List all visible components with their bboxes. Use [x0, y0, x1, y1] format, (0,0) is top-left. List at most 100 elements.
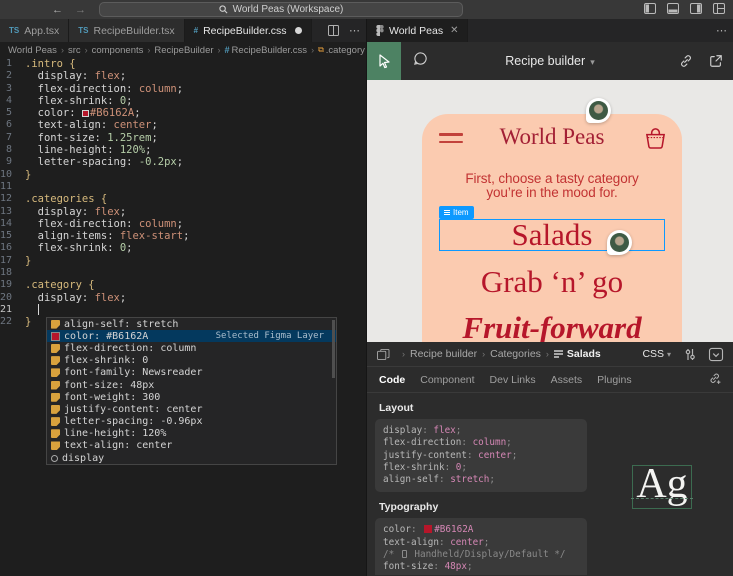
open-external-icon[interactable]: [709, 54, 723, 68]
comment-pin-avatar[interactable]: [607, 230, 632, 255]
search-icon: [219, 5, 228, 14]
inspect-tab-assets[interactable]: Assets: [551, 374, 583, 386]
tab-world-peas[interactable]: World Peas ✕: [367, 19, 468, 42]
autocomplete-item[interactable]: justify-content: center: [47, 403, 336, 415]
line-number: 10: [0, 169, 25, 181]
code-line[interactable]: 9 letter-spacing: -0.2px;: [0, 156, 366, 168]
autocomplete-item[interactable]: color: #B6162ASelected Figma Layer: [47, 330, 336, 342]
back-button[interactable]: ←: [52, 4, 63, 16]
select-tool-button[interactable]: [367, 42, 401, 80]
code-line[interactable]: 21: [0, 304, 366, 316]
right-editor-more-icon[interactable]: ⋯: [716, 24, 727, 37]
snippet-icon: [51, 441, 60, 450]
autocomplete-item[interactable]: letter-spacing: -0.96px: [47, 416, 336, 428]
category-fruit-forward[interactable]: Fruit-forward: [422, 310, 682, 342]
code-line[interactable]: 16 flex-shrink: 0;: [0, 242, 366, 254]
autocomplete-item[interactable]: font-size: 48px: [47, 379, 336, 391]
autocomplete-label: justify-content: center: [64, 404, 202, 415]
code-line[interactable]: 14 flex-direction: column;: [0, 218, 366, 230]
code-text: flex-shrink: 0;: [25, 95, 133, 107]
code-line[interactable]: 13 display: flex;: [0, 206, 366, 218]
code-line[interactable]: 6 text-align: center;: [0, 119, 366, 131]
copy-link-icon[interactable]: [679, 54, 693, 68]
code-line[interactable]: 20 display: flex;: [0, 292, 366, 304]
split-editor-icon[interactable]: [328, 25, 339, 36]
text-layer-icon: [554, 350, 563, 358]
inspect-content: Layoutdisplay: flex;flex-direction: colu…: [367, 393, 733, 575]
autocomplete-item[interactable]: font-family: Newsreader: [47, 367, 336, 379]
code-line[interactable]: 17}: [0, 255, 366, 267]
code-line[interactable]: 2 display: flex;: [0, 70, 366, 82]
breadcrumb-salads[interactable]: Salads: [567, 348, 601, 360]
code-line[interactable]: 10}: [0, 169, 366, 181]
mobile-frame[interactable]: World Peas First, choose a tasty categor…: [422, 114, 682, 342]
autocomplete-item[interactable]: flex-shrink: 0: [47, 355, 336, 367]
command-center-search[interactable]: World Peas (Workspace): [99, 2, 463, 17]
line-number: 15: [0, 230, 25, 242]
workspace-title: World Peas (Workspace): [233, 4, 344, 15]
filter-settings-icon[interactable]: [684, 348, 696, 361]
autocomplete-item[interactable]: font-weight: 300: [47, 391, 336, 403]
code-line[interactable]: 18: [0, 267, 366, 279]
toggle-panel-icon[interactable]: [667, 3, 679, 14]
breadcrumb-item[interactable]: RecipeBuilder: [154, 45, 213, 56]
code-editor[interactable]: 1.intro {2 display: flex;3 flex-directio…: [0, 58, 366, 576]
editor-actions-more-icon[interactable]: ⋯: [349, 24, 360, 37]
code-line[interactable]: 11: [0, 181, 366, 193]
code-text: .categories {: [25, 193, 107, 205]
inspect-tab-dev-links[interactable]: Dev Links: [490, 374, 536, 386]
code-line[interactable]: 4 flex-shrink: 0;: [0, 95, 366, 107]
customize-layout-icon[interactable]: [713, 3, 725, 14]
code-line[interactable]: 5 color: #B6162A;: [0, 107, 366, 119]
code-text: display: flex;: [25, 206, 126, 218]
add-dev-link-icon[interactable]: [708, 372, 721, 387]
color-swatch: [82, 110, 89, 117]
close-tab-icon[interactable]: ✕: [450, 25, 458, 36]
autocomplete-item[interactable]: align-self: stretch: [47, 318, 336, 330]
css-code-block[interactable]: display: flex;flex-direction: column;jus…: [375, 419, 587, 492]
frames-icon[interactable]: [377, 349, 390, 360]
autocomplete-scrollbar[interactable]: [332, 320, 335, 378]
autocomplete-item[interactable]: line-height: 120%: [47, 428, 336, 440]
inspect-tab-plugins[interactable]: Plugins: [597, 374, 631, 386]
intro-text: First, choose a tasty category you’re in…: [422, 172, 682, 200]
comment-tool-button[interactable]: [413, 51, 428, 71]
code-line[interactable]: 3 flex-direction: column;: [0, 83, 366, 95]
toggle-sidebar-icon[interactable]: [644, 3, 656, 14]
code-line[interactable]: 15 align-items: flex-start;: [0, 230, 366, 242]
inspect-tab-code[interactable]: Code: [379, 374, 405, 386]
category-salads[interactable]: Salads: [422, 217, 682, 253]
code-line[interactable]: 12.categories {: [0, 193, 366, 205]
autocomplete-item[interactable]: text-align: center: [47, 440, 336, 452]
typescript-file-icon: TS: [9, 26, 19, 35]
toggle-secondary-sidebar-icon[interactable]: [690, 3, 702, 14]
inspect-mode-icon[interactable]: [709, 348, 723, 361]
code-line[interactable]: 8 line-height: 120%;: [0, 144, 366, 156]
breadcrumb-categories[interactable]: Categories: [490, 348, 541, 360]
breadcrumb-item[interactable]: World Peas: [8, 45, 57, 56]
breadcrumb-item[interactable]: components: [92, 45, 144, 56]
basket-icon[interactable]: [644, 127, 667, 149]
comment-pin-avatar[interactable]: [586, 98, 611, 123]
breadcrumb-item[interactable]: RecipeBuilder.css: [232, 45, 308, 56]
breadcrumb-item[interactable]: .category: [326, 45, 365, 56]
color-swatch: [424, 525, 432, 533]
tab-recipebuilder-css[interactable]: #RecipeBuilder.css: [185, 19, 312, 42]
breadcrumb[interactable]: World Peas›src›components›RecipeBuilder›…: [0, 42, 366, 58]
tab-recipebuilder-tsx[interactable]: TSRecipeBuilder.tsx: [69, 19, 184, 42]
figma-canvas[interactable]: World Peas First, choose a tasty categor…: [367, 80, 733, 342]
code-line[interactable]: 1.intro {: [0, 58, 366, 70]
autocomplete-item[interactable]: flex-direction: column: [47, 342, 336, 354]
code-line[interactable]: 19.category {: [0, 279, 366, 291]
breadcrumb-item[interactable]: src: [68, 45, 81, 56]
snippet-icon: [51, 344, 60, 353]
breadcrumb-recipe-builder[interactable]: Recipe builder: [410, 348, 477, 360]
inspect-tab-component[interactable]: Component: [420, 374, 474, 386]
code-line[interactable]: 7 font-size: 1.25rem;: [0, 132, 366, 144]
css-code-block[interactable]: color: #B6162Atext-align: center;/* Hand…: [375, 518, 587, 575]
autocomplete-item[interactable]: display: [47, 452, 336, 464]
tab-app-tsx[interactable]: TSApp.tsx: [0, 19, 69, 42]
category-grab-n-go[interactable]: Grab ‘n’ go: [422, 264, 682, 300]
css-language-dropdown[interactable]: CSS ▾: [642, 348, 671, 360]
forward-button[interactable]: →: [75, 4, 86, 16]
